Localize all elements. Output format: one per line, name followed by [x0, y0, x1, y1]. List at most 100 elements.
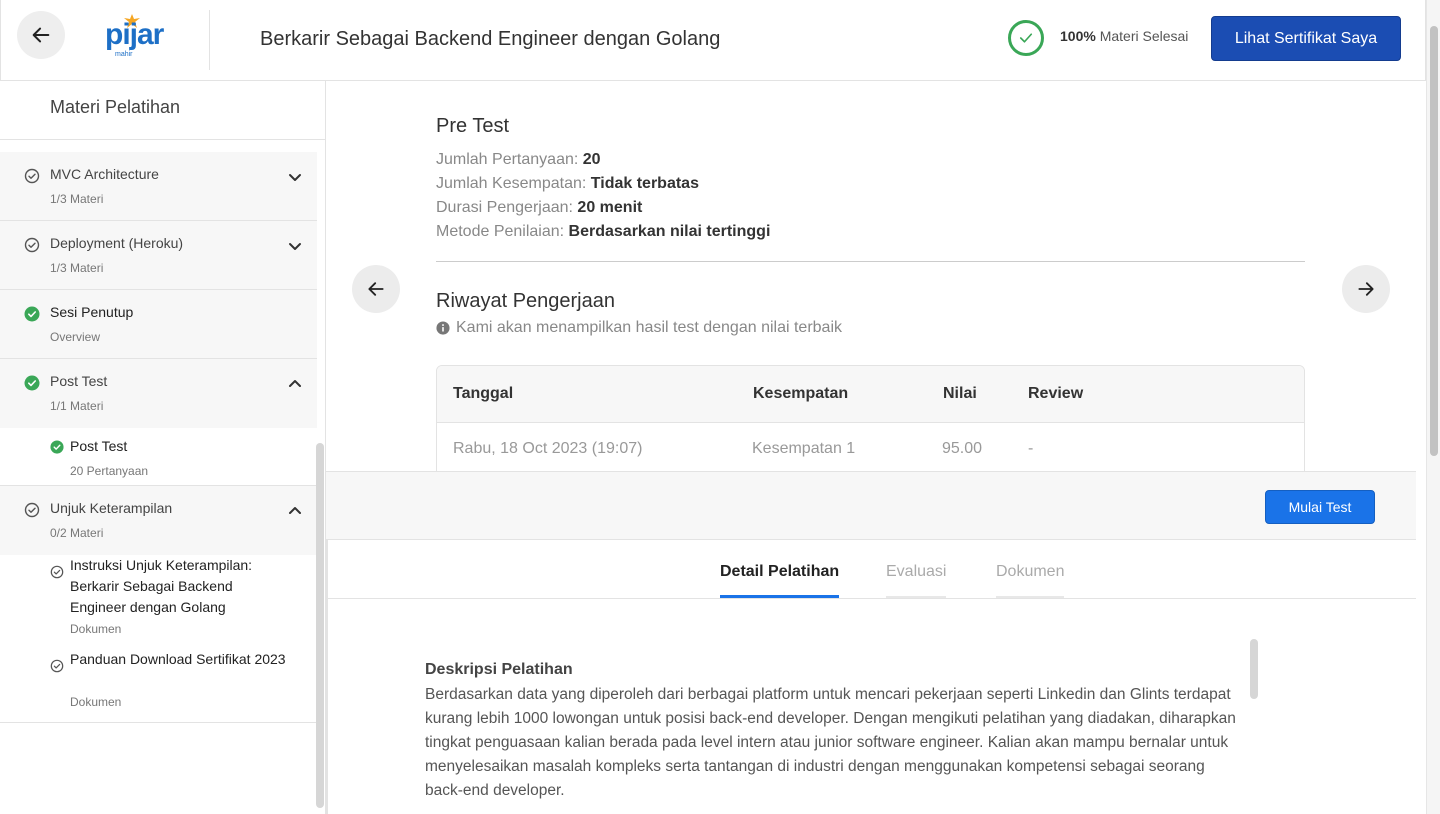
review-link[interactable]: - [1028, 440, 1033, 458]
check-circle-outline-icon [24, 168, 40, 184]
check-circle-filled-icon [24, 306, 40, 322]
page-scrollbar-thumb[interactable] [1430, 26, 1438, 456]
check-icon [1019, 33, 1033, 43]
tab-detail-pelatihan[interactable]: Detail Pelatihan [720, 563, 840, 598]
logo-sub: mahir [115, 51, 133, 58]
info-value: 20 menit [577, 199, 643, 216]
history-table: Tanggal Kesempatan Nilai Review Rabu, 18… [436, 365, 1305, 471]
info-label: Durasi Pengerjaan: [436, 199, 573, 216]
section-count: Overview [50, 330, 101, 344]
info-label: Metode Penilaian: [436, 223, 565, 240]
description-body: Berdasarkan data yang diperoleh dari ber… [425, 686, 1236, 799]
item-meta: Dokumen [70, 695, 122, 709]
description-scrollbar[interactable] [1250, 639, 1258, 699]
pijar-logo[interactable]: pijar mahir [103, 14, 179, 62]
check-circle-filled-icon [50, 440, 64, 454]
section-count: 0/2 Materi [50, 526, 104, 540]
description-title: Deskripsi Pelatihan [425, 661, 573, 678]
description-panel: Deskripsi Pelatihan Berdasarkan data yan… [328, 599, 1416, 814]
section-name: Deployment (Heroku) [50, 235, 184, 251]
sidebar-bottom-divider [0, 722, 317, 723]
table-cell: Kesempatan 1 [752, 440, 856, 457]
history-note: Kami akan menampilkan hasil test dengan … [436, 319, 842, 337]
section-count: 1/3 Materi [50, 192, 104, 206]
arrow-left-icon [368, 282, 384, 296]
history-note-text: Kami akan menampilkan hasil test dengan … [456, 319, 842, 336]
chevron-up-icon[interactable] [287, 503, 303, 519]
back-button[interactable] [17, 11, 65, 59]
check-circle-filled-icon [24, 375, 40, 391]
info-value: Berdasarkan nilai tertinggi [568, 223, 771, 240]
check-circle-outline-icon [50, 659, 64, 673]
info-attempts: Jumlah Kesempatan: Tidak terbatas [436, 175, 699, 193]
progress-value: 100% [1060, 28, 1096, 44]
chevron-down-icon[interactable] [287, 238, 303, 254]
progress-label: Materi Selesai [1099, 28, 1189, 44]
tab-dokumen[interactable]: Dokumen [996, 563, 1065, 598]
check-circle-outline-icon [24, 237, 40, 253]
item-name: Instruksi Unjuk Keterampilan: Berkarir S… [70, 557, 253, 615]
table-header-cell: Review [1028, 385, 1084, 402]
next-button[interactable] [1342, 265, 1390, 313]
section-post-test[interactable]: Post Test 1/1 Materi [0, 359, 317, 428]
info-duration: Durasi Pengerjaan: 20 menit [436, 199, 642, 217]
info-questions: Jumlah Pertanyaan: 20 [436, 151, 601, 169]
section-count: 1/3 Materi [50, 261, 104, 275]
sidebar: Materi Pelatihan MVC Architecture 1/3 Ma… [0, 81, 326, 814]
sidebar-divider [0, 139, 325, 140]
section-sesi-penutup[interactable]: Sesi Penutup Overview [0, 290, 317, 359]
sidebar-item-panduan[interactable]: Panduan Download Sertifikat 2023 Dokumen [0, 649, 317, 719]
table-cell: 95.00 [942, 440, 983, 457]
check-circle-outline-icon [24, 502, 40, 518]
arrow-right-icon [1358, 282, 1374, 296]
section-unjuk-keterampilan[interactable]: Unjuk Keterampilan 0/2 Materi [0, 486, 317, 555]
course-title: Berkarir Sebagai Backend Engineer dengan… [260, 28, 721, 50]
section-name: MVC Architecture [50, 166, 159, 182]
start-test-button[interactable]: Mulai Test [1265, 490, 1375, 524]
chevron-down-icon[interactable] [287, 169, 303, 185]
section-name: Unjuk Keterampilan [50, 500, 173, 516]
check-circle-outline-icon [50, 565, 64, 579]
section-deployment-heroku[interactable]: Deployment (Heroku) 1/3 Materi [0, 221, 317, 290]
table-header-cell: Kesempatan [753, 385, 849, 402]
prev-button[interactable] [352, 265, 400, 313]
item-meta: 20 Pertanyaan [70, 464, 149, 478]
info-divider [436, 261, 1305, 262]
section-count: 1/1 Materi [50, 399, 104, 413]
logo-wordmark: pijar [105, 18, 164, 51]
section-name: Post Test [50, 373, 108, 389]
item-name: Post Test [70, 438, 128, 454]
test-action-bar: Mulai Test [326, 471, 1416, 540]
detail-tabs: Detail Pelatihan Evaluasi Dokumen [328, 540, 1416, 599]
tab-evaluasi[interactable]: Evaluasi [886, 563, 947, 598]
info-value: 20 [582, 151, 601, 168]
chevron-up-icon[interactable] [287, 376, 303, 392]
progress-ring [1008, 20, 1044, 56]
item-meta: Dokumen [70, 622, 122, 636]
header-divider [209, 10, 210, 70]
progress-text: 100% Materi Selesai [1060, 28, 1188, 44]
sidebar-title: Materi Pelatihan [50, 97, 181, 117]
table-header-cell: Tanggal [453, 385, 514, 402]
item-name: Panduan Download Sertifikat 2023 [70, 651, 286, 667]
info-method: Metode Penilaian: Berdasarkan nilai tert… [436, 223, 770, 241]
sidebar-item-instruksi[interactable]: Instruksi Unjuk Keterampilan: Berkarir S… [0, 555, 317, 643]
history-title: Riwayat Pengerjaan [436, 290, 615, 312]
info-value: Tidak terbatas [590, 175, 699, 192]
sidebar-item-post-test[interactable]: Post Test 20 Pertanyaan [0, 428, 317, 486]
view-certificate-button[interactable]: Lihat Sertifikat Saya [1211, 16, 1401, 61]
table-header-cell: Nilai [943, 385, 977, 402]
arrow-left-icon [32, 27, 50, 43]
top-header: pijar mahir Berkarir Sebagai Backend Eng… [0, 0, 1426, 81]
info-label: Jumlah Pertanyaan: [436, 151, 579, 168]
test-card: Pre Test Jumlah Pertanyaan: 20 Jumlah Ke… [326, 81, 1416, 471]
section-mvc-architecture[interactable]: MVC Architecture 1/3 Materi [0, 152, 317, 221]
sidebar-scrollbar[interactable] [316, 443, 324, 808]
info-label: Jumlah Kesempatan: [436, 175, 587, 192]
test-title: Pre Test [436, 115, 509, 137]
section-name: Sesi Penutup [50, 304, 134, 320]
info-icon [436, 321, 450, 335]
page-scrollbar[interactable] [1426, 0, 1440, 814]
table-cell: Rabu, 18 Oct 2023 (19:07) [453, 440, 643, 457]
table-header [437, 366, 1304, 423]
